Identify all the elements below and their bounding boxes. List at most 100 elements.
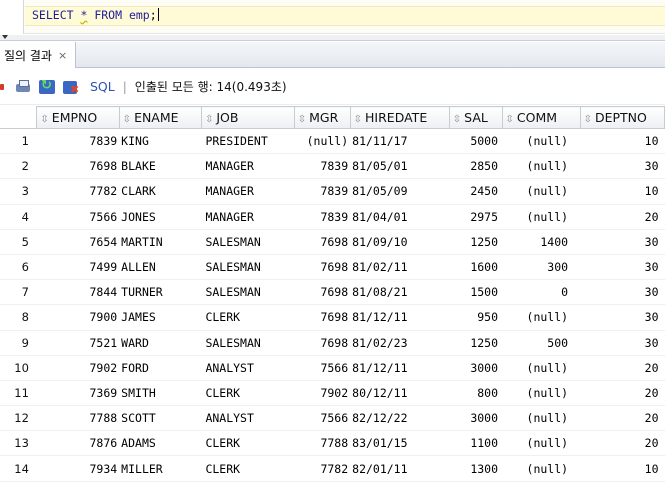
cell-comm[interactable]: (null) <box>502 455 581 482</box>
cell-sal[interactable]: 1500 <box>449 279 503 306</box>
cell-job[interactable]: ANALYST <box>201 355 295 381</box>
row-number[interactable]: 7 <box>0 279 37 306</box>
cell-ename[interactable]: CLARK <box>119 178 202 205</box>
cell-sal[interactable]: 2450 <box>449 178 503 205</box>
column-header-hiredate[interactable]: ⇳ HIREDATE <box>349 106 450 129</box>
cell-mgr[interactable]: 7698 <box>294 229 351 255</box>
cell-ename[interactable]: FORD <box>119 355 202 381</box>
cell-mgr[interactable]: 7698 <box>294 279 351 306</box>
cell-sal[interactable]: 3000 <box>449 355 503 381</box>
cell-empno[interactable]: 7788 <box>36 405 120 432</box>
cell-comm[interactable]: (null) <box>502 430 581 457</box>
table-row[interactable]: 4 7566 JONES MANAGER 7839 81/04/01 2975 (null) 2… <box>0 204 665 230</box>
cell-empno[interactable]: 7934 <box>36 455 120 482</box>
cell-empno[interactable]: 7654 <box>36 229 120 255</box>
cell-sal[interactable]: 1250 <box>449 229 503 255</box>
cell-comm[interactable]: (null) <box>502 178 581 205</box>
cell-deptno[interactable]: 30 <box>580 254 665 281</box>
table-row[interactable]: 10 7902 FORD ANALYST 7566 81/12/11 3000 (null) 2… <box>0 355 665 381</box>
cell-deptno[interactable]: 30 <box>580 229 665 255</box>
cell-mgr[interactable]: 7902 <box>294 380 351 407</box>
cell-job[interactable]: ANALYST <box>201 405 295 432</box>
cell-mgr[interactable]: 7698 <box>294 254 351 281</box>
cell-empno[interactable]: 7521 <box>36 330 120 356</box>
pin-icon[interactable] <box>0 78 6 96</box>
row-number[interactable]: 11 <box>0 380 37 407</box>
collapse-arrow-icon[interactable] <box>2 35 8 39</box>
cell-hiredate[interactable]: 82/12/22 <box>350 405 450 432</box>
row-number[interactable]: 10 <box>0 355 37 381</box>
cell-job[interactable]: PRESIDENT <box>201 128 295 155</box>
table-row[interactable]: 13 7876 ADAMS CLERK 7788 83/01/15 1100 (null) 20 <box>0 430 665 457</box>
cell-job[interactable]: MANAGER <box>201 204 295 230</box>
cell-mgr[interactable]: 7782 <box>294 455 351 482</box>
sql-editor[interactable]: SELECT * FROM emp; <box>0 0 665 34</box>
cell-ename[interactable]: MILLER <box>119 455 202 482</box>
cell-empno[interactable]: 7566 <box>36 204 120 230</box>
cell-ename[interactable]: ALLEN <box>119 254 202 281</box>
table-row[interactable]: 5 7654 MARTIN SALESMAN 7698 81/09/10 1250 1400 3… <box>0 229 665 255</box>
cell-mgr[interactable]: 7839 <box>294 178 351 205</box>
cell-sal[interactable]: 950 <box>449 304 503 331</box>
row-number[interactable]: 13 <box>0 430 37 457</box>
cell-empno[interactable]: 7902 <box>36 355 120 381</box>
column-header-empno[interactable]: ⇳ EMPNO <box>36 106 120 129</box>
cell-deptno[interactable]: 20 <box>580 380 665 407</box>
cell-hiredate[interactable]: 81/05/09 <box>350 178 450 205</box>
table-row[interactable]: 11 7369 SMITH CLERK 7902 80/12/11 800 (null) 20 <box>0 380 665 407</box>
cell-mgr[interactable]: 7566 <box>294 405 351 432</box>
cell-deptno[interactable]: 10 <box>580 455 665 482</box>
cell-job[interactable]: SALESMAN <box>201 229 295 255</box>
row-number[interactable]: 4 <box>0 204 37 230</box>
row-number[interactable]: 9 <box>0 330 37 356</box>
cell-ename[interactable]: JAMES <box>119 304 202 331</box>
cell-comm[interactable]: (null) <box>502 204 581 230</box>
cell-ename[interactable]: TURNER <box>119 279 202 306</box>
cell-sal[interactable]: 2975 <box>449 204 503 230</box>
cell-sal[interactable]: 1100 <box>449 430 503 457</box>
cell-mgr[interactable]: 7788 <box>294 430 351 457</box>
cell-job[interactable]: CLERK <box>201 380 295 407</box>
cell-empno[interactable]: 7839 <box>36 128 120 155</box>
cell-ename[interactable]: MARTIN <box>119 229 202 255</box>
cell-sal[interactable]: 2850 <box>449 153 503 180</box>
pane-splitter[interactable] <box>0 35 665 41</box>
column-header-comm[interactable]: ⇳ COMM <box>501 106 581 129</box>
cell-job[interactable]: MANAGER <box>201 178 295 205</box>
cell-empno[interactable]: 7369 <box>36 380 120 407</box>
cell-deptno[interactable]: 10 <box>580 178 665 205</box>
cell-deptno[interactable]: 10 <box>580 128 665 155</box>
cell-comm[interactable]: (null) <box>502 128 581 155</box>
clear-results-icon[interactable] <box>62 78 80 96</box>
cell-comm[interactable]: 0 <box>502 279 581 306</box>
column-header-job[interactable]: ⇳ JOB <box>200 106 295 129</box>
cell-job[interactable]: CLERK <box>201 304 295 331</box>
cell-empno[interactable]: 7844 <box>36 279 120 306</box>
cell-job[interactable]: SALESMAN <box>201 279 295 306</box>
cell-deptno[interactable]: 20 <box>580 405 665 432</box>
cell-comm[interactable]: 300 <box>502 254 581 281</box>
cell-job[interactable]: MANAGER <box>201 153 295 180</box>
cell-deptno[interactable]: 30 <box>580 304 665 331</box>
tab-query-result[interactable]: 질의 결과 × <box>0 42 77 68</box>
cell-hiredate[interactable]: 81/08/21 <box>350 279 450 306</box>
cell-hiredate[interactable]: 83/01/15 <box>350 430 450 457</box>
cell-empno[interactable]: 7698 <box>36 153 120 180</box>
table-row[interactable]: 8 7900 JAMES CLERK 7698 81/12/11 950 (null) 30 <box>0 304 665 331</box>
cell-hiredate[interactable]: 81/02/23 <box>350 330 450 356</box>
cell-deptno[interactable]: 30 <box>580 330 665 356</box>
cell-ename[interactable]: KING <box>119 128 202 155</box>
cell-job[interactable]: CLERK <box>201 455 295 482</box>
cell-hiredate[interactable]: 82/01/11 <box>350 455 450 482</box>
cell-empno[interactable]: 7876 <box>36 430 120 457</box>
cell-comm[interactable]: 1400 <box>502 229 581 255</box>
cell-ename[interactable]: WARD <box>119 330 202 356</box>
row-number[interactable]: 8 <box>0 304 37 331</box>
sql-button[interactable]: SQL <box>90 79 115 94</box>
results-grid[interactable]: ⇳ EMPNO ⇳ ENAME ⇳ JOB ⇳ MGR ⇳ HIREDATE ⇳ SAL ⇳… <box>0 106 665 482</box>
cell-comm[interactable]: (null) <box>502 304 581 331</box>
row-number[interactable]: 5 <box>0 229 37 255</box>
table-row[interactable]: 6 7499 ALLEN SALESMAN 7698 81/02/11 1600 300 30 <box>0 254 665 281</box>
cell-hiredate[interactable]: 80/12/11 <box>350 380 450 407</box>
cell-ename[interactable]: ADAMS <box>119 430 202 457</box>
